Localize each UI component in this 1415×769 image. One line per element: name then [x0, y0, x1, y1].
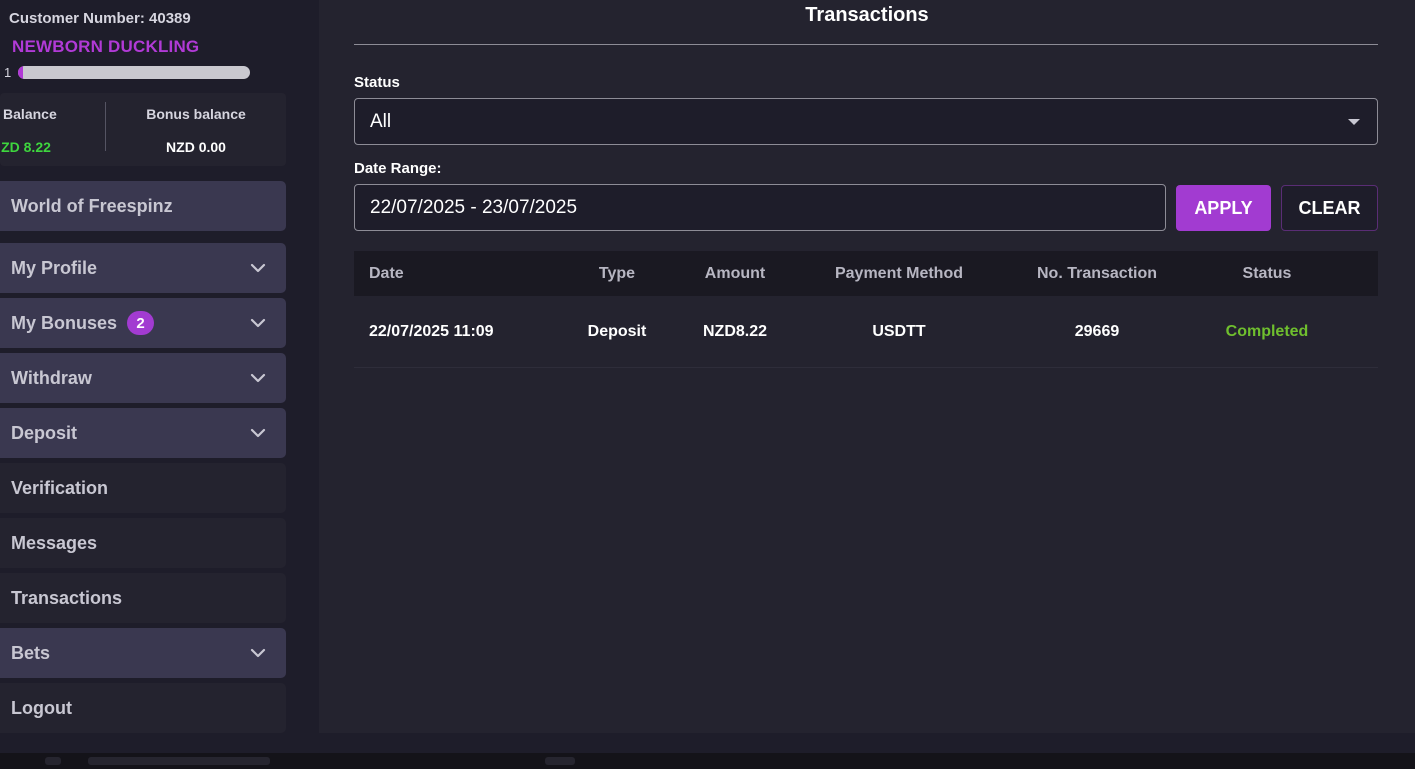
- bonus-balance-label: Bonus balance: [146, 106, 246, 122]
- chevron-down-icon: [250, 648, 266, 658]
- footer-placeholder: [45, 757, 61, 765]
- transactions-table: Date Type Amount Payment Method No. Tran…: [354, 251, 1378, 368]
- footer-placeholder: [88, 757, 270, 765]
- footer-bar: [0, 753, 1415, 769]
- date-range-label: Date Range:: [354, 160, 442, 177]
- column-header-transaction-number: No. Transaction: [1036, 264, 1158, 282]
- footer-placeholder: [545, 757, 575, 765]
- menu-item-label: Verification: [11, 477, 109, 498]
- table-row[interactable]: 22/07/2025 11:09 Deposit NZD8.22 USDTT 2…: [354, 296, 1378, 368]
- cell-type: Deposit: [587, 322, 647, 340]
- clear-button[interactable]: CLEAR: [1281, 185, 1378, 231]
- column-header-type: Type: [598, 264, 636, 282]
- menu-item-bets[interactable]: Bets: [0, 628, 286, 678]
- menu-item-label: Messages: [11, 532, 98, 553]
- status-select-value: All: [370, 110, 392, 132]
- menu-item-messages[interactable]: Messages: [0, 518, 286, 568]
- status-select[interactable]: All: [354, 98, 1378, 145]
- menu-item-label: Withdraw: [11, 367, 92, 388]
- column-header-payment-method: Payment Method: [834, 264, 963, 282]
- date-range-input[interactable]: [354, 184, 1166, 231]
- level-name: NEWBORN DUCKLING: [12, 37, 200, 56]
- bonuses-count-badge: 2: [127, 311, 155, 335]
- menu-item-transactions[interactable]: Transactions: [0, 573, 286, 623]
- menu-item-label: Deposit: [11, 422, 78, 443]
- menu-item-deposit[interactable]: Deposit: [0, 408, 286, 458]
- menu-item-withdraw[interactable]: Withdraw: [0, 353, 286, 403]
- menu-item-label: My Profile: [11, 257, 98, 278]
- caret-down-icon: [1348, 119, 1360, 125]
- menu-item-label: World of Freespinz: [11, 195, 173, 216]
- menu-item-label: Transactions: [11, 587, 123, 608]
- cell-amount: NZD8.22: [702, 322, 768, 340]
- cell-date: 22/07/2025 11:09: [369, 322, 494, 340]
- real-balance-label: l Balance: [0, 106, 57, 122]
- title-divider: [354, 44, 1378, 45]
- menu-item-my-bonuses[interactable]: My Bonuses 2: [0, 298, 286, 348]
- real-balance-value: ZD 8.22: [1, 139, 51, 155]
- menu-item-verification[interactable]: Verification: [0, 463, 286, 513]
- status-filter-label: Status: [354, 74, 400, 91]
- real-balance: l Balance ZD 8.22: [0, 93, 102, 166]
- menu-item-label: My Bonuses: [11, 312, 118, 333]
- balance-box: l Balance ZD 8.22 Bonus balance NZD 0.00: [0, 93, 286, 166]
- customer-number: Customer Number: 40389: [9, 10, 191, 27]
- column-header-date: Date: [369, 264, 404, 282]
- menu-item-label: Logout: [11, 697, 72, 718]
- menu-item-world-of-freespinz[interactable]: World of Freespinz: [0, 181, 286, 231]
- menu-item-label: Bets: [11, 642, 51, 663]
- apply-button[interactable]: APPLY: [1176, 185, 1271, 231]
- account-sidebar: Customer Number: 40389 NEWBORN DUCKLING …: [0, 0, 300, 740]
- cell-status: Completed: [1225, 322, 1309, 340]
- table-header-row: Date Type Amount Payment Method No. Tran…: [354, 251, 1378, 296]
- chevron-down-icon: [250, 263, 266, 273]
- page-title: Transactions: [805, 4, 929, 26]
- level-number: 1: [4, 65, 12, 80]
- chevron-down-icon: [250, 318, 266, 328]
- menu-item-logout[interactable]: Logout: [0, 683, 286, 733]
- column-header-amount: Amount: [704, 264, 766, 282]
- level-progress-fill: [18, 66, 23, 79]
- bonus-balance: Bonus balance NZD 0.00: [106, 93, 286, 166]
- menu-item-my-profile[interactable]: My Profile: [0, 243, 286, 293]
- cell-transaction-number: 29669: [1074, 322, 1120, 340]
- level-progress-bar: [18, 66, 250, 79]
- chevron-down-icon: [250, 428, 266, 438]
- column-header-status: Status: [1242, 264, 1292, 282]
- bonus-balance-value: NZD 0.00: [166, 139, 226, 155]
- transactions-panel: Transactions Status All Date Range: APPL…: [319, 0, 1415, 733]
- chevron-down-icon: [250, 373, 266, 383]
- cell-payment-method: USDTT: [872, 322, 926, 340]
